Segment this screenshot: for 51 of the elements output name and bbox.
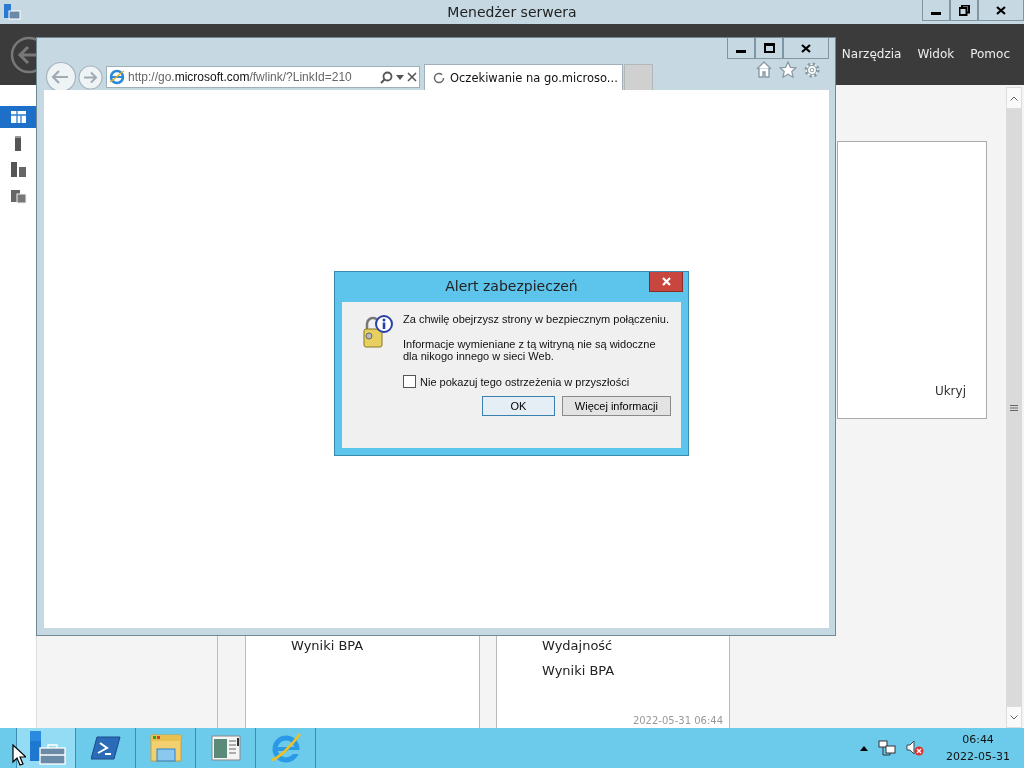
taskbar-button[interactable] [16, 728, 75, 768]
checkbox[interactable] [403, 375, 416, 388]
close-icon [996, 5, 1006, 15]
chevron-up-icon [1010, 95, 1018, 101]
ie-logo-icon [269, 732, 302, 764]
checkbox-label[interactable]: Nie pokazuj tego ostrzeżenia w przyszłości [420, 375, 630, 388]
clock[interactable]: 06:44 2022-05-31 [946, 731, 1010, 765]
back-button[interactable] [10, 35, 36, 74]
close-icon [801, 43, 811, 53]
hide-link[interactable]: Ukryj [934, 384, 966, 398]
padlock-info-icon [362, 315, 394, 349]
network-icon[interactable] [878, 740, 897, 756]
tile-item[interactable]: Wyniki BPA [291, 638, 479, 653]
close-icon[interactable] [407, 72, 417, 82]
powershell-icon [90, 736, 121, 760]
minimize-button[interactable] [922, 0, 950, 21]
restore-icon [958, 4, 970, 16]
dropdown-icon[interactable] [396, 74, 404, 80]
dialog-message: Za chwilę obejrzysz strony w bezpiecznym połączeniu. [403, 313, 670, 325]
menu-item[interactable]: Narzędzia [841, 46, 902, 61]
chevron-down-icon [1010, 714, 1018, 720]
tile-item[interactable]: Wyniki BPA [542, 663, 729, 678]
star-icon[interactable] [779, 61, 797, 78]
minimize-button[interactable] [727, 38, 755, 59]
ie-logo-icon [109, 69, 125, 85]
folder-icon [149, 733, 182, 763]
cursor-icon [12, 744, 26, 766]
close-icon [661, 277, 671, 286]
timestamp: 2022-05-31 06:44 [632, 715, 723, 726]
restore-button[interactable] [950, 0, 978, 21]
close-button[interactable] [978, 0, 1024, 21]
tile-item[interactable]: Wydajność [542, 638, 729, 653]
search-icon[interactable] [380, 70, 393, 84]
dialog-title: Alert zabezpieczeń [445, 278, 578, 294]
dialog-message: Informacje wymieniane z tą witryną nie są widoczne dla nikogo innego w sieci Web. [403, 338, 657, 362]
window-title: Menedżer serwera [447, 4, 577, 20]
server-group-icon[interactable] [8, 159, 28, 179]
speaker-muted-icon[interactable] [906, 740, 925, 756]
menu-item[interactable]: Widok [917, 46, 955, 61]
maximize-button[interactable] [755, 38, 783, 59]
dialog-button[interactable]: OK [481, 396, 555, 416]
close-button[interactable] [783, 38, 829, 59]
close-button[interactable] [649, 272, 683, 292]
browser-tab[interactable]: Oczekiwanie na go.microso... [424, 64, 623, 90]
show-hidden-icons-button[interactable] [860, 745, 869, 751]
console-window-icon [210, 735, 241, 761]
grip-icon [1010, 404, 1018, 411]
address-bar[interactable]: http://go.microsoft.com/fwlink/?LinkId=210 [106, 66, 420, 88]
server-icon [3, 3, 21, 21]
dialog-button[interactable]: Więcej informacji [561, 396, 671, 416]
menu-item[interactable]: Pomoc [970, 46, 1010, 61]
